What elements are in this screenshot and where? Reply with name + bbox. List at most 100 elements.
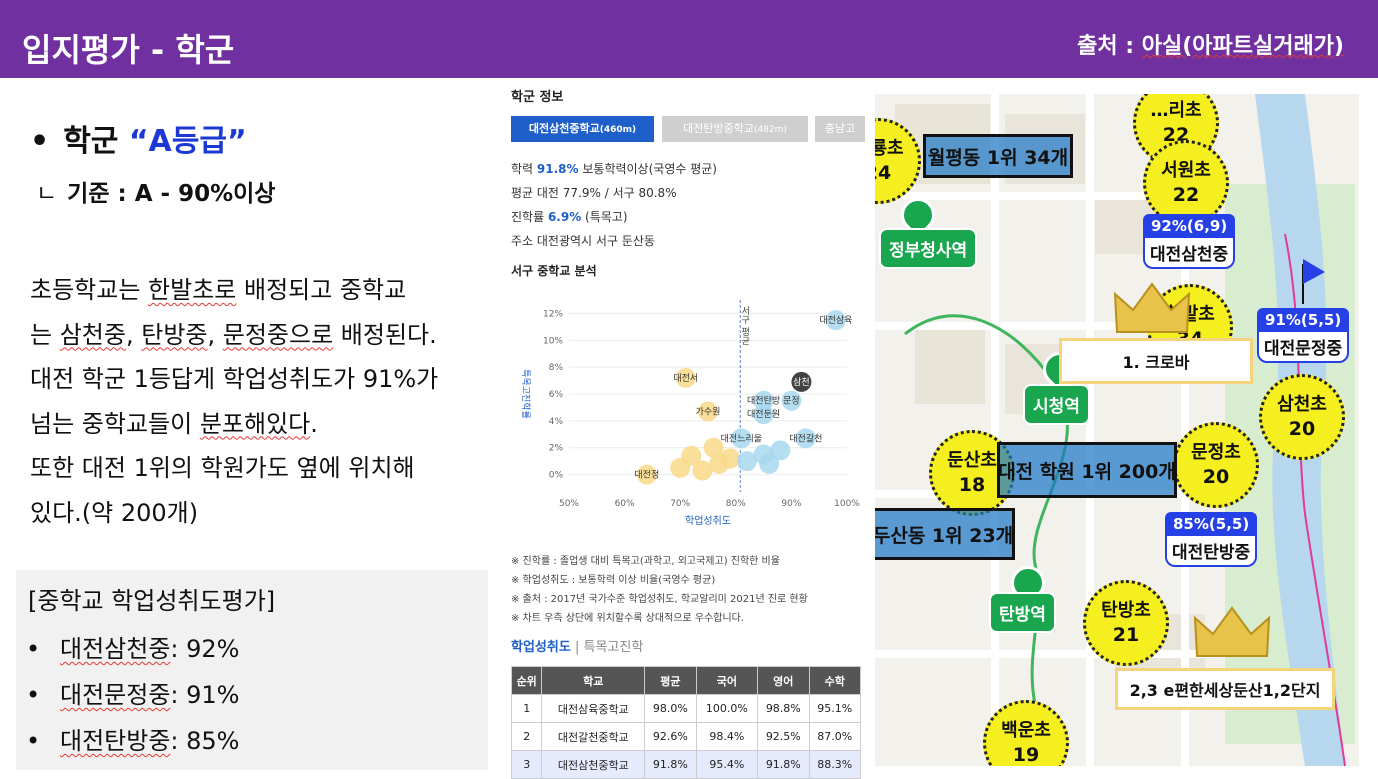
para-text: , xyxy=(207,320,223,349)
para-line: 있다.(약 200개) xyxy=(30,498,199,527)
evaluation-item: • 대전문정중: 91% xyxy=(26,678,239,712)
station-cityhall[interactable]: 시청역 xyxy=(1023,384,1090,425)
table-row-highlighted[interactable]: 3 대전삼천중학교 91.8% 95.4% 91.8% 88.3% xyxy=(510,750,862,779)
point-label: 대전정 xyxy=(634,470,659,481)
note-line: ※ 차트 우측 상단에 위치할수록 상대적으로 우수합니다. xyxy=(511,613,745,624)
criteria-text: 기준 : A - 90%이상 xyxy=(67,181,276,207)
y-tick-label: 0% xyxy=(549,471,564,481)
info-row-score: 학력 91.8% 보통학력이상(국영수 평균) xyxy=(511,160,717,177)
cell: 대전갈천중학교 xyxy=(541,722,646,751)
y-axis-label: 특목고진학률 xyxy=(520,369,531,419)
cell: 91.8% xyxy=(644,750,697,779)
para-line: 넘는 중학교들이 분포해있다. xyxy=(30,402,505,447)
academy-box-wolpyeong: 월평동 1위 34개 xyxy=(923,134,1073,178)
tab-divider: | xyxy=(574,640,580,655)
scatter-point xyxy=(720,448,741,469)
source-name: 아실(아파트실거래가) xyxy=(1141,34,1344,59)
apt-label-clover: 1. 크로바 xyxy=(1059,338,1253,384)
station-jeongbu[interactable]: 정부청사역 xyxy=(879,228,978,269)
col-rank: 순위 xyxy=(510,666,543,695)
cell: 대전삼육중학교 xyxy=(541,694,646,723)
info-rest: 보통학력이상(국영수 평균) xyxy=(578,162,717,176)
circle-count: 24 xyxy=(875,162,892,184)
circle-count: 20 xyxy=(1202,466,1230,488)
tag-name: 대전문정중 xyxy=(1257,332,1350,363)
school-tag-samcheon: 92%(6,9) 대전삼천중 xyxy=(1143,214,1236,269)
y-tick-label: 10% xyxy=(543,336,563,346)
info-row-address: 주소 대전광역시 서구 둔산동 xyxy=(511,234,655,248)
grade-label: 학군 xyxy=(63,124,129,159)
tab-school-samcheon[interactable]: 대전삼천중학교(460m) xyxy=(511,116,654,142)
chart-title: 서구 중학교 분석 xyxy=(511,264,597,278)
cell: 88.3% xyxy=(808,750,862,779)
tab-school-chungnam[interactable]: 충남고 xyxy=(815,116,865,142)
x-tick-label: 100% xyxy=(834,499,860,509)
y-tick-label: 12% xyxy=(543,309,563,319)
y-tick-label: 8% xyxy=(549,363,564,373)
description-paragraph: 초등학교는 한발초로 배정되고 중학교 는 삼천중, 탄방중, 문정중으로 배정… xyxy=(30,268,505,535)
cell: 1 xyxy=(510,694,543,723)
y-tick-label: 6% xyxy=(549,390,564,400)
academy-box-daejeon: 대전 학원 1위 200개 xyxy=(997,442,1177,498)
cell: 2 xyxy=(510,722,543,751)
circle-count: 20 xyxy=(1288,418,1316,440)
cell: 3 xyxy=(510,750,543,779)
school-tag-tanbang: 85%(5,5) 대전탄방중 xyxy=(1165,512,1258,567)
circle-name: …리초 xyxy=(1150,100,1202,121)
scatter-chart: 0% 2% 4% 6% 8% 10% 12% 50% 60% 70% 80% 90% 100% 서구 평균… xyxy=(520,300,860,527)
tab-label: 대전탄방중학교 xyxy=(683,122,754,135)
average-line-label: 서구 평균 xyxy=(739,306,749,345)
para-text: , xyxy=(125,320,142,349)
y-tick-label: 4% xyxy=(549,417,564,427)
tab-achievement[interactable]: 학업성취도 xyxy=(511,640,571,655)
x-tick-label: 90% xyxy=(781,499,801,509)
station-tanbang[interactable]: 탄방역 xyxy=(989,592,1056,633)
point-label: 대전둔원 xyxy=(747,409,780,420)
para-line: 대전 학군 1등답게 학업성취도가 91%가 xyxy=(30,365,439,393)
scatter-point xyxy=(681,445,702,466)
cell: 87.0% xyxy=(808,722,862,751)
x-axis-label: 학업성취도 xyxy=(685,514,731,527)
info-rest: (특목고) xyxy=(581,210,628,224)
tab-school-tanbang[interactable]: 대전탄방중학교(482m) xyxy=(662,116,808,142)
grade-heading: • 학군 “A등급” xyxy=(30,120,247,164)
table-row[interactable]: 2 대전갈천중학교 92.6% 98.4% 92.5% 87.0% xyxy=(510,722,862,751)
x-tick-label: 80% xyxy=(726,499,746,509)
crown-icon xyxy=(1113,282,1191,333)
para-text: 배정되고 중학교 xyxy=(236,276,407,304)
point-label: 대전느리울 xyxy=(721,433,762,444)
school-circle-samcheon: 삼천초 20 xyxy=(1259,374,1345,460)
para-text: 탄방중 xyxy=(141,320,208,349)
tab-label: 충남고 xyxy=(824,122,856,135)
cell: 100.0% xyxy=(695,694,759,723)
point-label: 대전삼육 xyxy=(819,315,852,326)
eval-value: : 85% xyxy=(170,727,240,755)
evaluation-item: • 대전삼천중: 92% xyxy=(26,632,239,666)
info-label: 진학률 xyxy=(511,210,548,224)
eval-value: : 91% xyxy=(170,681,240,709)
ranking-table: 순위 학교 평균 국어 영어 수학 1 대전삼육중학교 98.0% 100.0% 98.… xyxy=(510,666,862,779)
evaluation-title: [중학교 학업성취도평가] xyxy=(28,587,276,615)
para-text: . xyxy=(310,409,318,438)
point-label: 문정 xyxy=(783,396,800,407)
tab-distance: (482m) xyxy=(753,125,787,135)
apt-label-efun: 2,3 e편한세상둔산1,2단지 xyxy=(1115,668,1335,710)
point-label: 대전갈천 xyxy=(789,433,822,444)
tag-name: 대전탄방중 xyxy=(1165,536,1258,567)
cell: 98.4% xyxy=(695,722,759,751)
criteria-line: ㄴ 기준 : A - 90%이상 xyxy=(36,176,275,212)
tab-special-school[interactable]: 특목고진학 xyxy=(583,640,643,655)
info-row-average: 평균 대전 77.9% / 서구 80.8% xyxy=(511,186,677,200)
table-row[interactable]: 1 대전삼육중학교 98.0% 100.0% 98.8% 95.1% xyxy=(510,694,862,723)
header-bar: 입지평가 - 학군 출처 : 아실(아파트실거래가) xyxy=(0,0,1378,78)
x-tick-label: 70% xyxy=(670,499,690,509)
cell: 98.8% xyxy=(757,694,810,723)
map-panel[interactable]: …리초22 …룡초24 서원초22 한밭초34 삼천초20 둔산초18 문정초2… xyxy=(875,94,1359,766)
source-prefix: 출처 : xyxy=(1077,34,1142,59)
academy-box-dusan: 두산동 1위 23개 xyxy=(875,508,1015,560)
bullet-icon: • xyxy=(26,727,41,755)
evaluation-item: • 대전탄방중: 85% xyxy=(26,724,239,758)
para-line: 또한 대전 1위의 학원가도 옆에 위치해 xyxy=(30,454,415,482)
col-korean: 국어 xyxy=(695,666,759,695)
para-line: 초등학교는 한발초로 배정되고 중학교 xyxy=(30,268,505,313)
